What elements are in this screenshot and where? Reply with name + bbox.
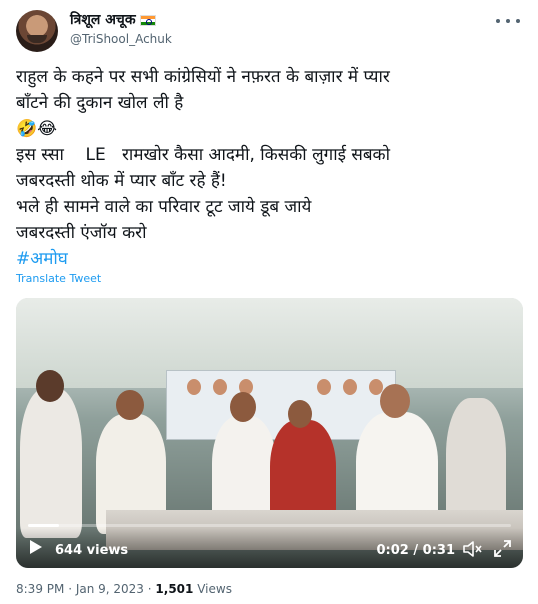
video-player[interactable]: 644 views 0:02 / 0:31 [16,298,523,568]
views-count: 1,501 [155,582,194,596]
video-person [20,388,82,538]
video-view-count: 644 views [55,543,129,558]
video-person-head [230,392,256,422]
translate-tweet-link[interactable]: Translate Tweet [16,272,101,285]
fullscreen-icon[interactable] [494,540,511,557]
tweet-line: बाँटने की दुकान खोल ली है [16,93,184,113]
india-flag-icon [139,15,156,26]
video-time: 0:02 / 0:31 [376,543,455,558]
tweet-line: राहुल के कहने पर सभी कांग्रेसियों ने नफ़… [16,67,390,87]
tweet-date[interactable]: Jan 9, 2023 [76,582,144,596]
tweet-emoji-line: 🤣😂 [16,119,58,139]
meta-separator: · [68,582,76,596]
avatar[interactable] [16,10,58,52]
more-options-icon[interactable] [496,12,520,30]
tweet-line: जबरदस्ती थोक में प्यार बाँट रहे हैं! [16,171,227,191]
tweet-line: भले ही सामने वाले का परिवार टूट जाये डूब… [16,197,312,217]
tweet-line: इस स्सा LE रामखोर कैसा आदमी, किसकी लुगाई… [16,145,391,165]
tweet-time[interactable]: 8:39 PM [16,582,64,596]
video-person-head [116,390,144,420]
author-display-name[interactable]: त्रिशूल अचूक [70,11,172,30]
tweet-header: त्रिशूल अचूक @TriShool_Achuk [16,10,526,54]
tweet-meta: 8:39 PM · Jan 9, 2023 · 1,501 Views [16,582,232,596]
views-label: Views [197,582,232,596]
video-person-head [288,400,312,428]
video-person-head [380,384,410,418]
hashtag-link[interactable]: #अमोघ [16,246,522,272]
volume-muted-icon[interactable] [463,541,483,557]
author-handle[interactable]: @TriShool_Achuk [70,30,172,48]
video-progress-bar[interactable] [28,524,511,527]
video-progress-fill [28,524,60,527]
tweet-text: राहुल के कहने पर सभी कांग्रेसियों ने नफ़… [16,64,522,272]
play-icon[interactable] [30,540,42,554]
author-names: त्रिशूल अचूक @TriShool_Achuk [70,11,172,48]
video-person-head [36,370,64,402]
tweet-line: जबरदस्ती एंजॉय करो [16,223,147,243]
display-name-text[interactable]: त्रिशूल अचूक [70,11,136,30]
